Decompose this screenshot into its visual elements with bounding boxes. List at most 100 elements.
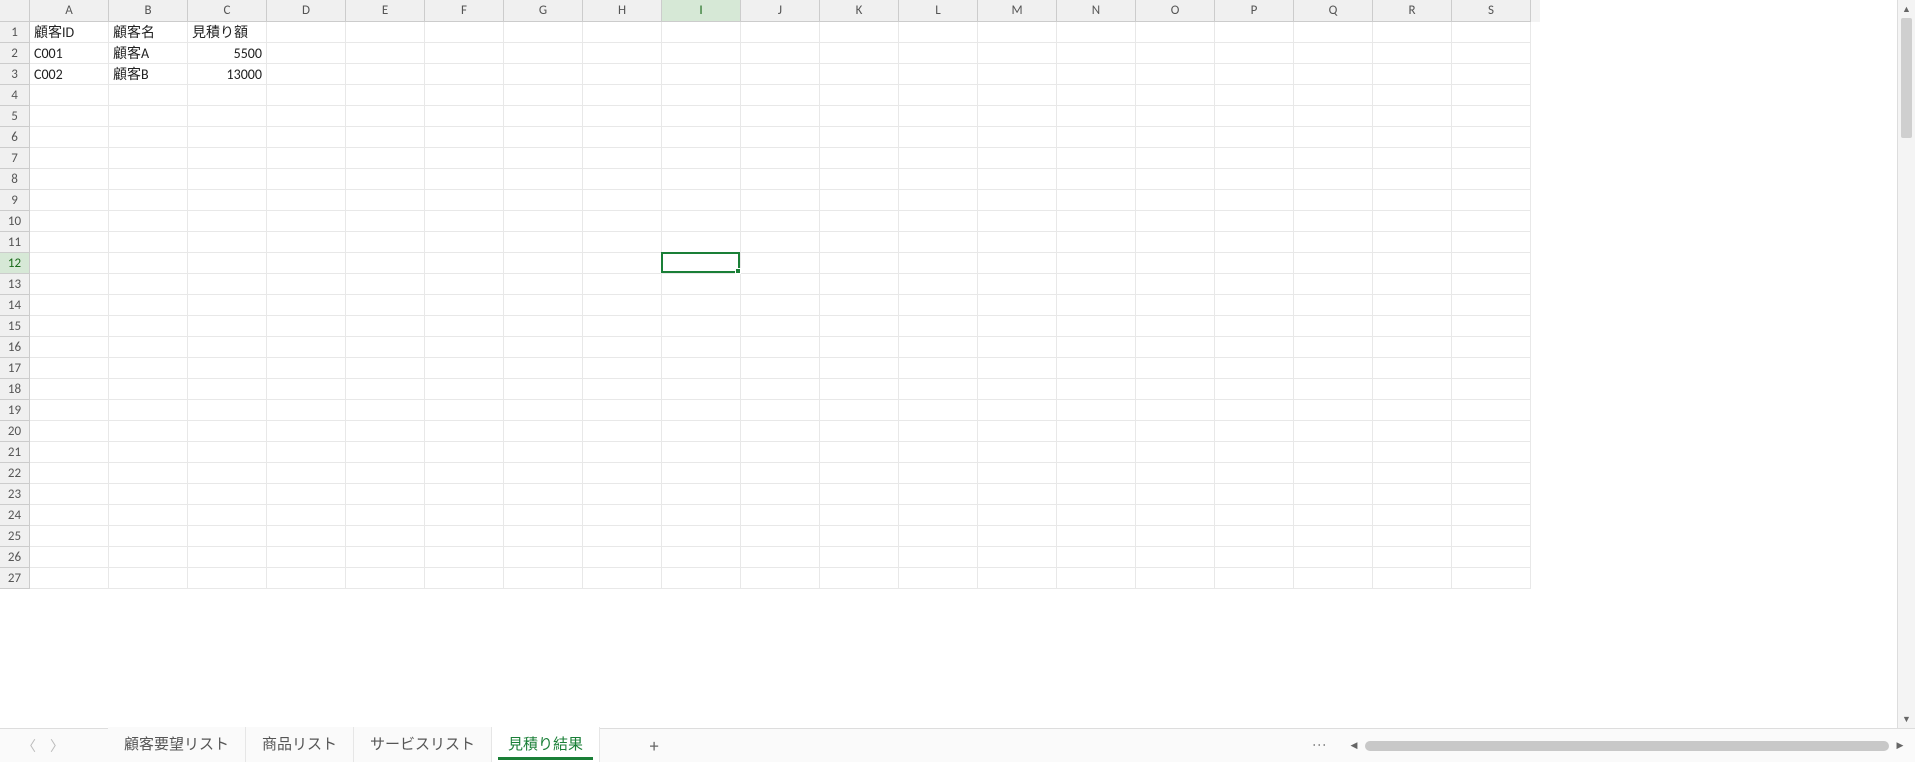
cell-M6[interactable] xyxy=(978,127,1057,148)
cell-S17[interactable] xyxy=(1452,358,1531,379)
sheet-tab-options-icon[interactable]: ⋮ xyxy=(1311,732,1328,759)
cell-I15[interactable] xyxy=(662,316,741,337)
cell-A19[interactable] xyxy=(30,400,109,421)
cell-E8[interactable] xyxy=(346,169,425,190)
cell-P11[interactable] xyxy=(1215,232,1294,253)
cell-J4[interactable] xyxy=(741,85,820,106)
cell-R18[interactable] xyxy=(1373,379,1452,400)
cell-Q7[interactable] xyxy=(1294,148,1373,169)
cell-E11[interactable] xyxy=(346,232,425,253)
cell-C6[interactable] xyxy=(188,127,267,148)
scroll-down-arrow-icon[interactable]: ▼ xyxy=(1898,710,1915,728)
cell-J12[interactable] xyxy=(741,253,820,274)
cell-R13[interactable] xyxy=(1373,274,1452,295)
cell-A26[interactable] xyxy=(30,547,109,568)
cell-M11[interactable] xyxy=(978,232,1057,253)
cell-B15[interactable] xyxy=(109,316,188,337)
cell-O20[interactable] xyxy=(1136,421,1215,442)
cell-P4[interactable] xyxy=(1215,85,1294,106)
cell-H6[interactable] xyxy=(583,127,662,148)
cell-S4[interactable] xyxy=(1452,85,1531,106)
cell-L15[interactable] xyxy=(899,316,978,337)
cell-E21[interactable] xyxy=(346,442,425,463)
row-header-24[interactable]: 24 xyxy=(0,505,30,526)
cell-J9[interactable] xyxy=(741,190,820,211)
cell-E26[interactable] xyxy=(346,547,425,568)
cell-G11[interactable] xyxy=(504,232,583,253)
cell-H24[interactable] xyxy=(583,505,662,526)
cell-K20[interactable] xyxy=(820,421,899,442)
cell-F18[interactable] xyxy=(425,379,504,400)
cell-C2[interactable]: 5500 xyxy=(188,43,267,64)
select-all-corner[interactable] xyxy=(0,0,30,22)
cell-J24[interactable] xyxy=(741,505,820,526)
cell-B6[interactable] xyxy=(109,127,188,148)
cell-B24[interactable] xyxy=(109,505,188,526)
scroll-up-arrow-icon[interactable]: ▲ xyxy=(1898,0,1915,18)
column-header-G[interactable]: G xyxy=(504,0,583,22)
cell-H27[interactable] xyxy=(583,568,662,589)
cell-G2[interactable] xyxy=(504,43,583,64)
cell-D13[interactable] xyxy=(267,274,346,295)
cell-P22[interactable] xyxy=(1215,463,1294,484)
column-header-I[interactable]: I xyxy=(662,0,741,22)
cell-L24[interactable] xyxy=(899,505,978,526)
row-header-8[interactable]: 8 xyxy=(0,169,30,190)
cell-H10[interactable] xyxy=(583,211,662,232)
cell-N17[interactable] xyxy=(1057,358,1136,379)
cell-I27[interactable] xyxy=(662,568,741,589)
cell-E20[interactable] xyxy=(346,421,425,442)
row-header-15[interactable]: 15 xyxy=(0,316,30,337)
cell-I19[interactable] xyxy=(662,400,741,421)
cell-Q1[interactable] xyxy=(1294,22,1373,43)
cell-D17[interactable] xyxy=(267,358,346,379)
cell-L7[interactable] xyxy=(899,148,978,169)
cell-K14[interactable] xyxy=(820,295,899,316)
cell-C26[interactable] xyxy=(188,547,267,568)
cell-S6[interactable] xyxy=(1452,127,1531,148)
cell-B27[interactable] xyxy=(109,568,188,589)
cell-N7[interactable] xyxy=(1057,148,1136,169)
cell-N25[interactable] xyxy=(1057,526,1136,547)
cell-I16[interactable] xyxy=(662,337,741,358)
cell-Q18[interactable] xyxy=(1294,379,1373,400)
cell-I14[interactable] xyxy=(662,295,741,316)
row-header-1[interactable]: 1 xyxy=(0,22,30,43)
cell-G16[interactable] xyxy=(504,337,583,358)
cell-G5[interactable] xyxy=(504,106,583,127)
cell-E12[interactable] xyxy=(346,253,425,274)
cell-E17[interactable] xyxy=(346,358,425,379)
cell-K16[interactable] xyxy=(820,337,899,358)
cell-K1[interactable] xyxy=(820,22,899,43)
cell-K17[interactable] xyxy=(820,358,899,379)
cell-I25[interactable] xyxy=(662,526,741,547)
cell-F5[interactable] xyxy=(425,106,504,127)
cell-P5[interactable] xyxy=(1215,106,1294,127)
cell-E4[interactable] xyxy=(346,85,425,106)
cell-P18[interactable] xyxy=(1215,379,1294,400)
cell-E5[interactable] xyxy=(346,106,425,127)
cell-Q27[interactable] xyxy=(1294,568,1373,589)
cell-A20[interactable] xyxy=(30,421,109,442)
cell-H21[interactable] xyxy=(583,442,662,463)
cell-L13[interactable] xyxy=(899,274,978,295)
cell-H26[interactable] xyxy=(583,547,662,568)
cell-S2[interactable] xyxy=(1452,43,1531,64)
cell-S14[interactable] xyxy=(1452,295,1531,316)
cell-F27[interactable] xyxy=(425,568,504,589)
cell-R10[interactable] xyxy=(1373,211,1452,232)
cell-O18[interactable] xyxy=(1136,379,1215,400)
cell-G18[interactable] xyxy=(504,379,583,400)
horizontal-scroll-thumb[interactable] xyxy=(1365,741,1889,751)
cell-A5[interactable] xyxy=(30,106,109,127)
cell-B25[interactable] xyxy=(109,526,188,547)
cell-J18[interactable] xyxy=(741,379,820,400)
cell-I17[interactable] xyxy=(662,358,741,379)
cell-L10[interactable] xyxy=(899,211,978,232)
cell-M9[interactable] xyxy=(978,190,1057,211)
cell-N24[interactable] xyxy=(1057,505,1136,526)
cell-F17[interactable] xyxy=(425,358,504,379)
cell-G26[interactable] xyxy=(504,547,583,568)
cell-J26[interactable] xyxy=(741,547,820,568)
cell-Q20[interactable] xyxy=(1294,421,1373,442)
